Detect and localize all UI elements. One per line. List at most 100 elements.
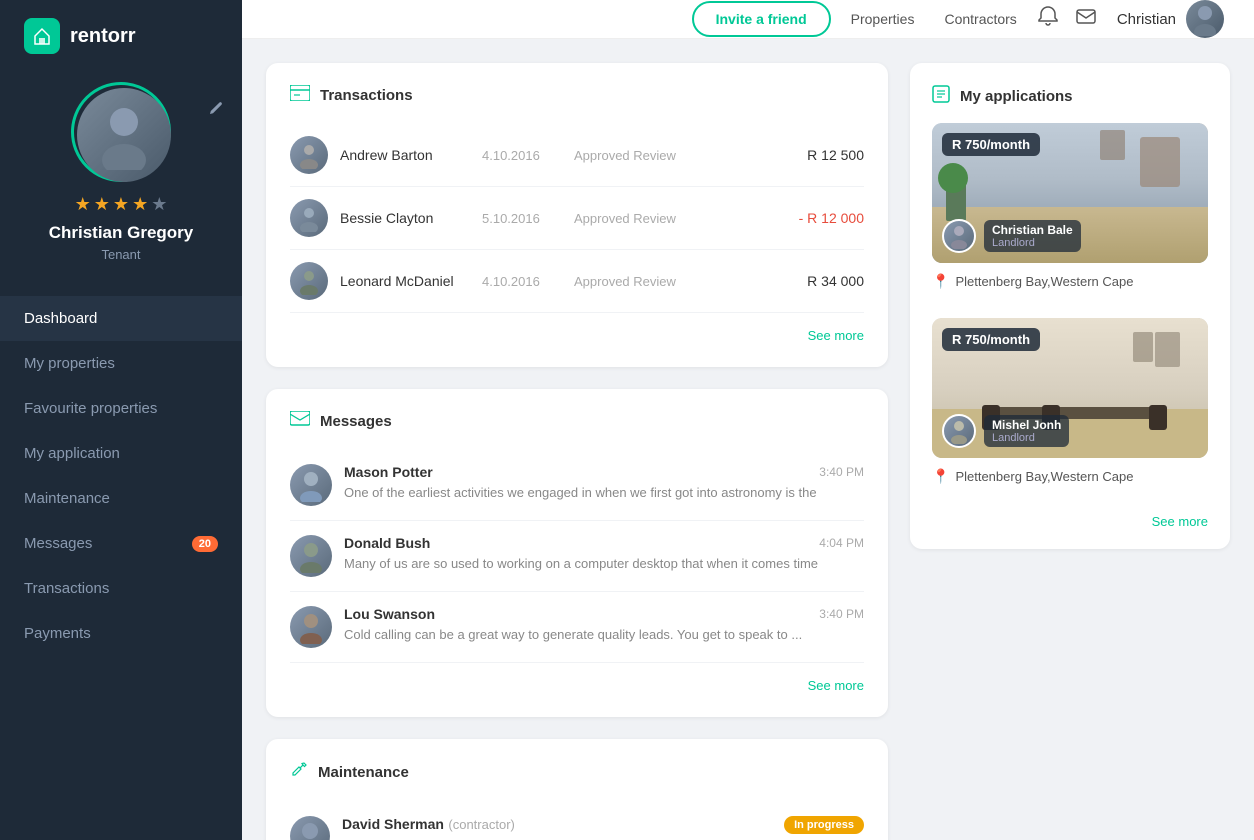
txn-name-1: Andrew Barton (340, 147, 470, 163)
star-3: ★ (113, 194, 129, 215)
sidebar-item-dashboard[interactable]: Dashboard (0, 296, 242, 341)
topnav-contractors-link[interactable]: Contractors (944, 11, 1016, 27)
landlord-info-2: Mishel Jonh Landlord (984, 415, 1069, 447)
applications-icon (932, 85, 950, 107)
messages-label: Messages (24, 535, 92, 552)
msg-header-2: Donald Bush 4:04 PM (344, 535, 864, 551)
table-row: Bessie Clayton 5.10.2016 Approved Review… (290, 187, 864, 250)
profile-name: Christian Gregory (49, 223, 194, 243)
property-image-2: R 750/month Mishel Jonh Landlord (932, 318, 1208, 458)
list-item: David Sherman (contractor) In progress A… (290, 802, 864, 840)
property-image-1: R 750/month Christian Bale Landlord (932, 123, 1208, 263)
msg-header-1: Mason Potter 3:40 PM (344, 464, 864, 480)
messages-card: Messages Mason Potter 3:40 PM One of the… (266, 389, 888, 717)
topnav-user: Christian (1117, 0, 1224, 38)
msg-content-3: Lou Swanson 3:40 PM Cold calling can be … (344, 606, 864, 644)
topnav-properties-link[interactable]: Properties (851, 11, 915, 27)
txn-amount-1: R 12 500 (784, 147, 864, 163)
txn-date-1: 4.10.2016 (482, 148, 562, 163)
location-text-1: Plettenberg Bay,Western Cape (955, 274, 1133, 289)
location-pin-icon-2: 📍 (932, 468, 949, 485)
property-landlord-2: Mishel Jonh Landlord (942, 414, 1069, 448)
edit-profile-icon[interactable] (208, 100, 224, 121)
maint-status-badge: In progress (784, 816, 864, 834)
landlord-avatar-2 (942, 414, 976, 448)
msg-preview-3: Cold calling can be a great way to gener… (344, 626, 864, 644)
txn-status-2: Approved Review (574, 211, 772, 226)
property-price-2: R 750/month (942, 328, 1040, 351)
dashboard-label: Dashboard (24, 310, 97, 327)
msg-content-2: Donald Bush 4:04 PM Many of us are so us… (344, 535, 864, 573)
msg-time-1: 3:40 PM (819, 465, 864, 479)
topnav-username: Christian (1117, 11, 1176, 28)
star-2: ★ (94, 194, 110, 215)
msg-name-1: Mason Potter (344, 464, 433, 480)
star-5: ★ (151, 194, 167, 215)
sidebar-item-my-properties[interactable]: My properties (0, 341, 242, 386)
transactions-title: Transactions (290, 85, 864, 106)
msg-name-3: Lou Swanson (344, 606, 435, 622)
txn-name-3: Leonard McDaniel (340, 273, 470, 289)
table-row: Leonard McDaniel 4.10.2016 Approved Revi… (290, 250, 864, 313)
sidebar-item-transactions[interactable]: Transactions (0, 566, 242, 611)
topnav-avatar[interactable] (1186, 0, 1224, 38)
bell-icon[interactable] (1037, 5, 1059, 33)
landlord-info-1: Christian Bale Landlord (984, 220, 1081, 252)
sidebar-item-payments[interactable]: Payments (0, 611, 242, 656)
list-item[interactable]: Lou Swanson 3:40 PM Cold calling can be … (290, 592, 864, 663)
list-item[interactable]: Mason Potter 3:40 PM One of the earliest… (290, 450, 864, 521)
list-item[interactable]: Donald Bush 4:04 PM Many of us are so us… (290, 521, 864, 592)
sidebar-item-maintenance[interactable]: Maintenance (0, 476, 242, 521)
profile-section: ★ ★ ★ ★ ★ Christian Gregory Tenant (0, 72, 242, 286)
msg-preview-1: One of the earliest activities we engage… (344, 484, 864, 502)
mail-icon[interactable] (1075, 5, 1097, 33)
messages-see-more[interactable]: See more (290, 677, 864, 695)
profile-role: Tenant (101, 247, 140, 262)
star-4: ★ (132, 194, 148, 215)
right-column: My applications R 750/month (910, 63, 1230, 840)
sidebar-navigation: Dashboard My properties Favourite proper… (0, 296, 242, 656)
avatar (77, 88, 171, 182)
messages-badge: 20 (192, 536, 218, 552)
transactions-icon (290, 85, 310, 106)
favourite-properties-label: Favourite properties (24, 400, 157, 417)
messages-icon (290, 411, 310, 432)
property-location-1: 📍 Plettenberg Bay,Western Cape (932, 273, 1208, 300)
msg-preview-2: Many of us are so used to working on a c… (344, 555, 864, 573)
landlord-role-2: Landlord (992, 432, 1061, 444)
sidebar: rentorr ★ ★ ★ ★ ★ Christian Gregory Tena… (0, 0, 242, 840)
table-row: Andrew Barton 4.10.2016 Approved Review … (290, 124, 864, 187)
invite-friend-button[interactable]: Invite a friend (692, 1, 831, 37)
topnav: Invite a friend Properties Contractors C… (242, 0, 1254, 39)
maintenance-label: Maintenance (24, 490, 110, 507)
msg-content-1: Mason Potter 3:40 PM One of the earliest… (344, 464, 864, 502)
location-pin-icon-1: 📍 (932, 273, 949, 290)
applications-title: My applications (932, 85, 1208, 107)
applications-see-more[interactable]: See more (932, 513, 1208, 549)
maint-avatar-1 (290, 816, 330, 840)
my-application-label: My application (24, 445, 120, 462)
txn-status-3: Approved Review (574, 274, 772, 289)
sidebar-item-messages[interactable]: Messages 20 (0, 521, 242, 566)
transactions-card: Transactions Andrew Barton 4.10.2016 App… (266, 63, 888, 367)
dashboard-body: Transactions Andrew Barton 4.10.2016 App… (242, 39, 1254, 840)
list-item[interactable]: R 750/month Christian Bale Landlord (932, 123, 1208, 300)
txn-avatar-2 (290, 199, 328, 237)
maint-name-area: David Sherman (contractor) (342, 816, 515, 834)
landlord-role-1: Landlord (992, 237, 1073, 249)
sidebar-item-my-application[interactable]: My application (0, 431, 242, 476)
msg-name-2: Donald Bush (344, 535, 430, 551)
txn-avatar-3 (290, 262, 328, 300)
maint-content-1: David Sherman (contractor) In progress A… (342, 816, 864, 840)
maint-name-1: David Sherman (342, 816, 444, 832)
topnav-icons (1037, 5, 1097, 33)
location-text-2: Plettenberg Bay,Western Cape (955, 469, 1133, 484)
maintenance-icon (290, 761, 308, 784)
transactions-see-more[interactable]: See more (290, 327, 864, 345)
maintenance-title: Maintenance (290, 761, 864, 784)
txn-date-3: 4.10.2016 (482, 274, 562, 289)
landlord-name-2: Mishel Jonh (992, 418, 1061, 432)
sidebar-item-favourite-properties[interactable]: Favourite properties (0, 386, 242, 431)
list-item[interactable]: R 750/month Mishel Jonh Landlord (932, 318, 1208, 495)
messages-title: Messages (290, 411, 864, 432)
